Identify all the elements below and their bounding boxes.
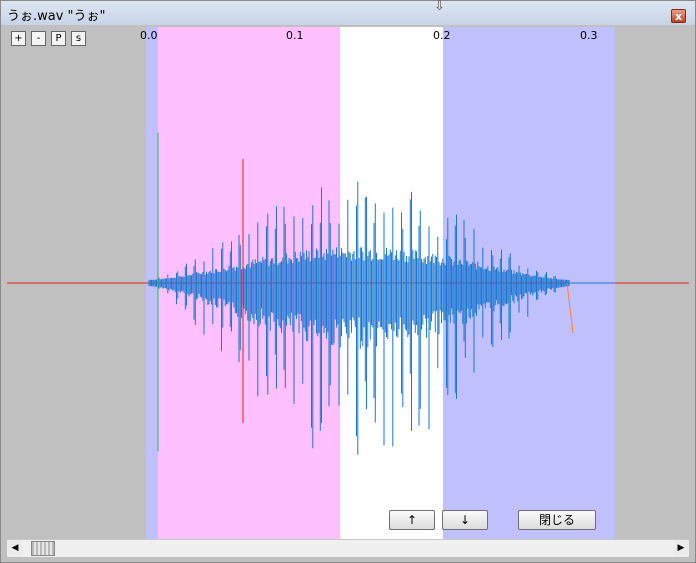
up-button[interactable]: ↑ [389, 510, 435, 530]
tail-segment [566, 282, 574, 334]
drag-arrow-icon: ⇩ [434, 0, 445, 14]
waveform-plot [7, 133, 689, 455]
scrollbar-thumb[interactable] [31, 541, 55, 556]
s-button[interactable]: s [71, 31, 86, 46]
window-title: うぉ.wav "うぉ" [7, 9, 106, 24]
zoom-in-button[interactable]: + [11, 31, 26, 46]
close-window-button[interactable]: x [671, 9, 686, 23]
horizontal-scrollbar[interactable]: ◀ ▶ [7, 539, 689, 557]
close-button[interactable]: 閉じる [518, 510, 596, 530]
waveform-window: うぉ.wav "うぉ" ⇩ x 0.0 0.1 0.2 0.3 + - P s … [0, 0, 696, 563]
zoom-out-button[interactable]: - [31, 31, 46, 46]
waveform-canvas[interactable]: 0.0 0.1 0.2 0.3 + - P s [7, 27, 689, 539]
title-bar[interactable]: うぉ.wav "うぉ" ⇩ x [1, 0, 695, 25]
scroll-right-arrow-icon[interactable]: ▶ [673, 540, 689, 557]
down-button[interactable]: ↓ [442, 510, 488, 530]
waveform-samples [148, 181, 570, 455]
scroll-left-arrow-icon[interactable]: ◀ [7, 540, 23, 557]
p-button[interactable]: P [51, 31, 66, 46]
